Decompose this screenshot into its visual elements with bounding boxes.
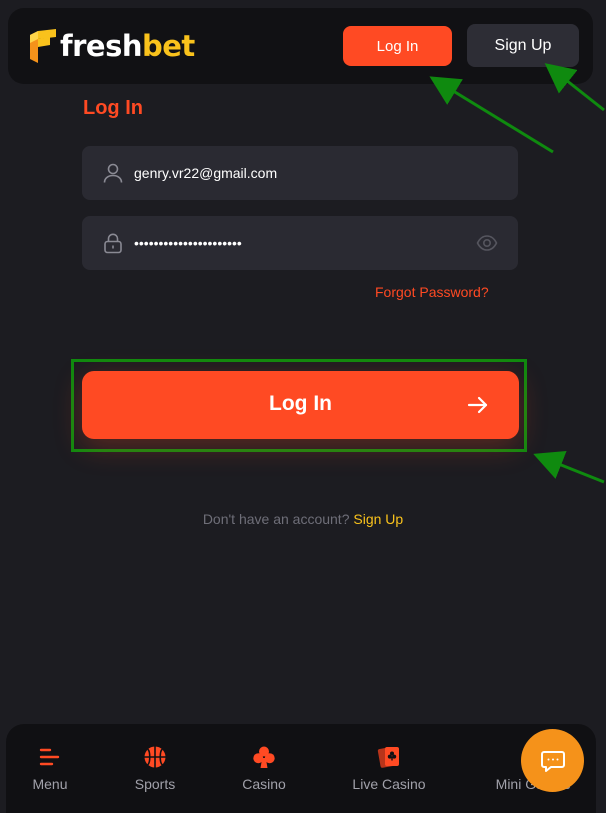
nav-item-live-casino[interactable]: Live Casino bbox=[344, 744, 434, 792]
menu-icon bbox=[39, 748, 60, 766]
arrow-right-icon bbox=[467, 396, 488, 414]
chat-icon bbox=[540, 750, 565, 772]
forgot-password-link[interactable]: Forgot Password? bbox=[375, 284, 489, 300]
chat-button[interactable] bbox=[521, 729, 584, 792]
basketball-icon bbox=[144, 746, 166, 768]
eye-icon[interactable] bbox=[476, 233, 498, 253]
nav-item-menu[interactable]: Menu bbox=[6, 744, 95, 792]
login-submit-button[interactable]: Log In bbox=[82, 371, 519, 439]
lock-icon bbox=[104, 233, 122, 254]
nav-item-sports[interactable]: Sports bbox=[110, 744, 200, 792]
email-input[interactable] bbox=[134, 146, 464, 200]
signup-question: Don't have an account? bbox=[202, 511, 350, 527]
email-field[interactable] bbox=[82, 146, 518, 200]
cards-icon bbox=[377, 747, 399, 768]
password-field[interactable] bbox=[82, 216, 518, 270]
header-signup-button[interactable]: Sign Up bbox=[467, 24, 579, 67]
annotation-arrow bbox=[533, 451, 605, 484]
nav-item-casino[interactable]: Casino bbox=[219, 744, 309, 792]
login-submit-label: Log In bbox=[269, 392, 332, 415]
signup-prompt: Don't have an account? Sign Up bbox=[0, 511, 606, 527]
freshbet-logo-icon bbox=[30, 29, 56, 63]
user-icon bbox=[103, 163, 123, 183]
nav-label: Casino bbox=[242, 776, 286, 792]
nav-label: Menu bbox=[32, 776, 68, 792]
password-input[interactable] bbox=[134, 216, 464, 270]
header-login-button[interactable]: Log In bbox=[343, 26, 452, 66]
bottom-navigation: Menu Sports Casino Live Casino Mini bbox=[6, 724, 596, 813]
nav-label: Live Casino bbox=[352, 776, 426, 792]
nav-label: Sports bbox=[134, 776, 176, 792]
login-title: Log In bbox=[83, 97, 143, 119]
freshbet-logo[interactable]: freshbet bbox=[28, 26, 195, 66]
signup-link[interactable]: Sign Up bbox=[353, 511, 403, 527]
club-icon bbox=[253, 746, 275, 768]
annotation-arrow bbox=[429, 76, 554, 154]
header-bar: freshbet Log In Sign Up bbox=[8, 8, 593, 84]
logo-wordmark: freshbet bbox=[60, 29, 195, 63]
